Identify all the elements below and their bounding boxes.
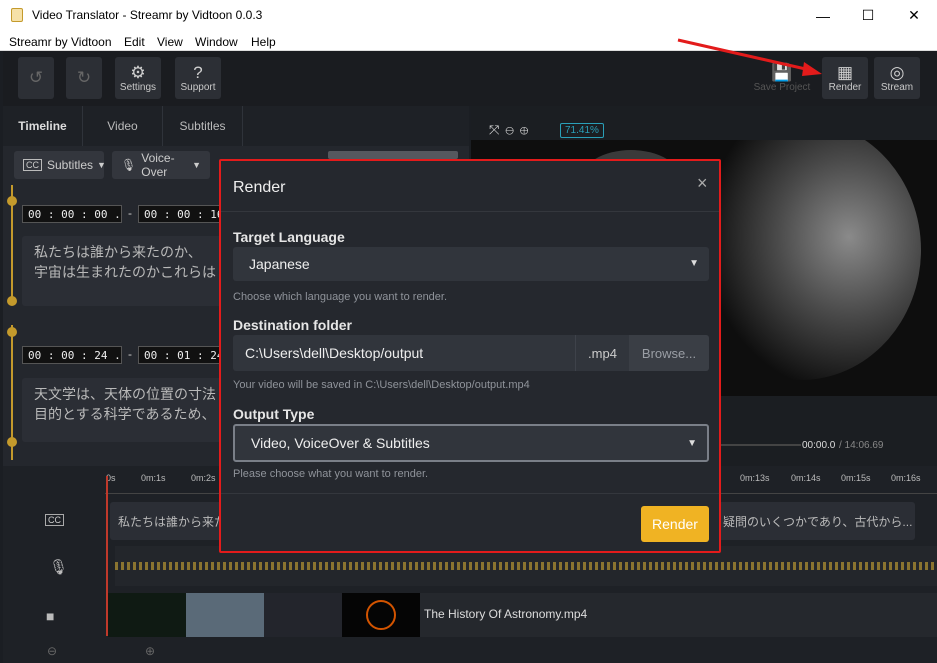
tab-video[interactable]: Video [83,106,163,146]
timeline-zoom-controls[interactable]: ⊖⊕ [47,644,243,658]
menu-item-view[interactable]: View [157,33,183,49]
output-type-select[interactable]: Video, VoiceOver & Subtitles ▼ [233,424,709,462]
caret-down-icon: ▼ [687,438,697,449]
gear-icon: ⚙ [130,62,146,82]
menu-item-streamr[interactable]: Streamr by Vidtoon [9,33,112,49]
stream-icon: ◎ [889,62,905,82]
voiceover-dropdown-label: Voice-Over [141,151,175,179]
close-window-button[interactable]: ✕ [891,0,937,31]
entry-marker [7,296,17,306]
tab-subtitles[interactable]: Subtitles [163,106,243,146]
video-file-name: The History Of Astronomy.mp4 [424,607,588,621]
tick-label: 0m:2s [191,473,216,483]
destination-folder-label: Destination folder [233,317,353,333]
stream-label: Stream [880,81,914,93]
menu-item-window[interactable]: Window [195,33,238,49]
settings-label: Settings [119,81,157,93]
output-type-hint: Please choose what you want to render. [233,468,429,480]
file-extension: .mp4 [575,335,629,371]
browse-button[interactable]: Browse... [629,335,709,371]
menu-item-edit[interactable]: Edit [124,33,145,49]
tick-label: 0m:1s [141,473,166,483]
render-toolbar-label: Render [828,81,862,93]
redo-button[interactable]: ↻ [66,57,102,99]
target-language-label: Target Language [233,229,345,245]
tick-label: 0m:13s [740,473,770,483]
minimize-button[interactable]: — [800,0,846,31]
eclipse-image [366,600,396,630]
start-time-input[interactable]: 00 : 00 : 00 . 20 [22,205,122,223]
destination-field-group: C:\Users\dell\Desktop/output .mp4 Browse… [233,335,709,371]
video-thumbnail [108,593,186,637]
chevron-down-icon: ▼ [192,160,201,170]
dialog-close-button[interactable]: × [697,173,708,194]
zoom-level-badge: 71.41% [560,123,604,138]
audio-waveform [115,562,937,570]
video-thumbnail [264,593,342,637]
tick-label: 0m:16s [891,473,921,483]
render-button[interactable]: Render [641,506,709,542]
time-separator: - [128,347,132,361]
seek-bar[interactable] [721,444,801,446]
divider [221,493,719,494]
caret-down-icon: ▼ [689,258,699,269]
target-language-value: Japanese [249,256,310,272]
video-thumbnail [342,593,420,637]
maximize-button[interactable]: ☐ [845,0,891,31]
video-track[interactable]: The History Of Astronomy.mp4 [108,593,937,637]
subtitles-dropdown[interactable]: CC Subtitles ▼ [14,151,106,179]
total-duration: / 14:06.69 [839,440,884,451]
annotation-arrow [677,38,822,76]
divider [221,211,719,212]
redo-icon: ↻ [76,68,92,87]
app-icon [11,8,23,22]
zoom-controls[interactable]: ⤧⊖⊕ [489,122,534,138]
voiceover-dropdown[interactable]: 🎙 Voice-Over ▼ [112,151,210,179]
entry-marker [7,327,17,337]
stream-button[interactable]: ◎ Stream [874,57,920,99]
end-time-input[interactable]: 00 : 01 : 24 . [138,346,220,364]
undo-button[interactable]: ↺ [18,57,54,99]
render-dialog: Render × Target Language Japanese ▼ Choo… [219,159,721,553]
current-time: 00:00.0 [802,440,836,451]
tick-label: 0m:15s [841,473,871,483]
destination-folder-input[interactable]: C:\Users\dell\Desktop/output [245,345,423,361]
mic-icon: 🎙 [49,559,69,576]
tab-bar: Timeline Video Subtitles [3,106,469,146]
tick-label: 0m:14s [791,473,821,483]
cc-icon: CC [45,514,64,526]
settings-button[interactable]: ⚙ Settings [115,57,161,99]
title-bar: Video Translator - Streamr by Vidtoon 0.… [0,0,937,31]
chevron-down-icon: ▼ [97,160,106,170]
video-thumbnail [186,593,264,637]
window-title: Video Translator - Streamr by Vidtoon 0.… [32,8,263,22]
target-language-select[interactable]: Japanese ▼ [233,247,709,281]
output-type-value: Video, VoiceOver & Subtitles [251,435,430,451]
subtitle-clip-text: 疑問のいくつかであり、古代から... [723,515,913,529]
menu-item-help[interactable]: Help [251,33,276,49]
undo-icon: ↺ [28,68,44,87]
film-icon: ▦ [836,62,854,82]
time-separator: - [128,206,132,220]
output-type-label: Output Type [233,406,315,422]
support-button[interactable]: ? Support [175,57,221,99]
hidden-button [328,151,458,159]
start-time-input[interactable]: 00 : 00 : 24 . 30 [22,346,122,364]
dialog-title: Render [233,179,286,196]
target-language-hint: Choose which language you want to render… [233,291,448,303]
entry-marker [7,196,17,206]
subtitle-clip-text: 私たちは誰から来た [118,515,227,529]
cc-icon: CC [23,159,42,171]
end-time-input[interactable]: 00 : 00 : 16 . 1 [138,205,220,223]
destination-hint: Your video will be saved in C:\Users\del… [233,379,530,391]
help-icon: ? [193,62,203,82]
tab-timeline[interactable]: Timeline [3,106,83,146]
subtitles-dropdown-label: Subtitles [47,158,94,172]
mic-icon: 🎙 [121,158,137,172]
video-camera-icon: ■ [46,608,55,624]
support-label: Support [180,81,216,93]
entry-marker [7,437,17,447]
